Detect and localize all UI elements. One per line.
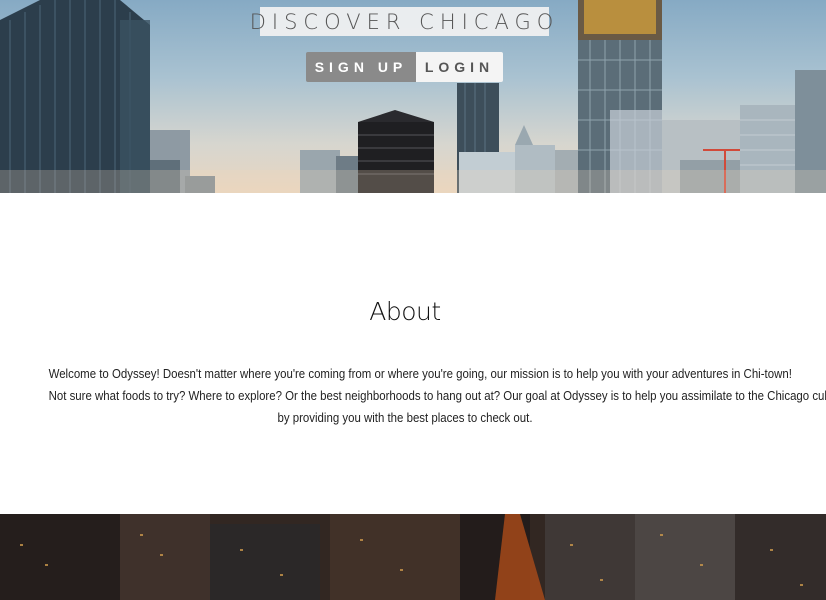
- about-heading: About: [369, 297, 441, 326]
- hero-section: DISCOVER CHICAGO SIGN UP LOGIN: [0, 0, 826, 193]
- about-line-1: Welcome to Odyssey! Doesn't matter where…: [48, 366, 792, 381]
- city-night-image: [0, 514, 826, 600]
- about-line-3: by providing you with the best places to…: [277, 410, 533, 425]
- signup-button[interactable]: SIGN UP: [306, 52, 416, 82]
- site-title: DISCOVER CHICAGO: [250, 7, 553, 36]
- about-description: Welcome to Odyssey! Doesn't matter where…: [48, 363, 826, 429]
- city-night-illustration: [0, 514, 826, 600]
- about-line-2: Not sure what foods to try? Where to exp…: [48, 388, 826, 403]
- about-section: About Welcome to Odyssey! Doesn't matter…: [0, 193, 826, 514]
- login-button[interactable]: LOGIN: [416, 52, 503, 82]
